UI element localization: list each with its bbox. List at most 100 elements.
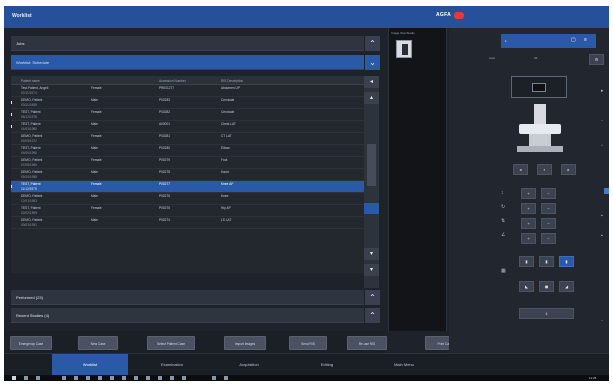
table-row[interactable]: DEMO, Patient 03/11/1985 Male P00283 Cer… — [11, 97, 364, 109]
table-row[interactable]: TEST, Patient 01/03/1980 Male A00001 Che… — [11, 121, 364, 133]
kv-up-button[interactable]: + — [521, 188, 536, 199]
angle-icon[interactable]: ∠ — [501, 232, 505, 238]
task-view-icon[interactable] — [36, 376, 40, 380]
tilt-icon[interactable]: ↕ — [501, 190, 504, 196]
patient-name: TEST, Patient — [21, 206, 41, 210]
expand-recent-chevron-icon[interactable]: ⌃ — [365, 308, 380, 323]
position-center-button[interactable]: ▪ — [537, 164, 552, 175]
settings-icon[interactable]: ⚙ — [589, 54, 604, 65]
grid-icon[interactable]: ▦ — [501, 268, 506, 274]
taskbar-app-icon[interactable] — [98, 376, 102, 380]
exposure-value-display[interactable]: 1 — [519, 308, 574, 319]
field-left-button[interactable]: ▮ — [519, 256, 534, 267]
table-row[interactable]: TEST, Patient 04/06/1990 Male P00280 Elb… — [11, 145, 364, 157]
sort-toggle-icon[interactable]: ◂ — [364, 76, 379, 88]
height-icon[interactable]: ⇅ — [501, 218, 505, 224]
taskbar-app-icon[interactable] — [134, 376, 138, 380]
reuse-ris-button[interactable]: Re-use RIS — [347, 336, 387, 350]
worklist-scrollbar[interactable]: ◂ ▴ ▾ ▾ — [364, 76, 379, 288]
ma-down-button[interactable]: − — [541, 203, 556, 214]
scroll-end-icon[interactable]: ▾ — [364, 264, 379, 276]
selected-device-header[interactable]: 1 ▢ ≡ — [501, 34, 596, 48]
table-row[interactable]: Test-Patient, Angeli 02/11/1974 Female P… — [11, 85, 364, 97]
position-right-button[interactable]: ▸ — [561, 164, 576, 175]
table-row[interactable]: DEMO, Patient 12/01/1983 Male P00276 Kne… — [11, 193, 364, 205]
jobs-section[interactable]: Jobs — [11, 36, 364, 51]
taskbar-app-icon[interactable] — [86, 376, 90, 380]
field-center-button[interactable]: ▮ — [539, 256, 554, 267]
performed-section[interactable]: Performed (23) — [11, 290, 364, 305]
emergency-case-button[interactable]: Emergency Case — [10, 336, 52, 350]
rotate-icon[interactable]: ↻ — [501, 204, 505, 210]
exposure-down-button[interactable]: − — [541, 233, 556, 244]
taskbar-app-icon[interactable] — [122, 376, 126, 380]
ms-up-button[interactable]: + — [521, 218, 536, 229]
taskbar-app-icon[interactable] — [74, 376, 78, 380]
scroll-up-icon[interactable]: ▴ — [364, 92, 379, 104]
tab-acquisition[interactable]: Acquisition — [211, 354, 287, 376]
kv-down-button[interactable]: − — [541, 188, 556, 199]
new-case-button[interactable]: New Case — [78, 336, 118, 350]
header-ris-description[interactable]: RIS Description — [221, 79, 243, 83]
side-tool-icon-4[interactable]: ▪ — [601, 213, 603, 219]
collapse-jobs-chevron-icon[interactable]: ⌃ — [365, 36, 380, 51]
accession-number: PR001277 — [159, 86, 175, 90]
scroll-selection-marker — [364, 203, 379, 214]
header-patient-name[interactable]: Patient name — [21, 79, 40, 83]
position-left-button[interactable]: ◂ — [513, 164, 528, 175]
search-icon[interactable] — [24, 376, 28, 380]
start-icon[interactable] — [12, 376, 16, 380]
xray-tube-graphic — [517, 104, 563, 164]
gender: Male — [91, 98, 98, 102]
exposure-up-button[interactable]: + — [521, 233, 536, 244]
taskbar-app-icon[interactable] — [62, 376, 66, 380]
header-accession[interactable]: Accession Number — [159, 79, 186, 83]
send-ris-button[interactable]: Send RIS — [289, 336, 327, 350]
recent-studies-section[interactable]: Recent Studies (4) — [11, 308, 364, 323]
ms-down-button[interactable]: − — [541, 218, 556, 229]
ris-description: Knee AP — [221, 182, 234, 186]
table-row[interactable]: DEMO, Patient 03/03/1991 Male P00274 LS … — [11, 217, 364, 229]
tab-worklist[interactable]: Worklist — [52, 354, 128, 376]
filter-c-button[interactable]: ◢ — [559, 281, 574, 292]
tab-main-menu[interactable]: Main Menu — [366, 354, 442, 376]
ris-description: Foot — [221, 158, 228, 162]
birth-date: 05/12/1978 — [21, 115, 37, 119]
table-row[interactable]: DEMO, Patient 09/10/1988 Male P00278 Han… — [11, 169, 364, 181]
side-tool-icon-2[interactable]: ◦ — [601, 118, 603, 124]
table-row-selected[interactable]: TEST, Patient 11/12/1975 Female P00277 K… — [11, 181, 364, 193]
select-patient-case-button[interactable]: Select Patient Case — [147, 336, 195, 350]
taskbar-app-icon[interactable] — [182, 376, 186, 380]
ris-description: Elbow — [221, 146, 230, 150]
taskbar-app-icon[interactable] — [224, 376, 228, 380]
taskbar-app-icon[interactable] — [158, 376, 162, 380]
filter-b-button[interactable]: ◼ — [539, 281, 554, 292]
table-row[interactable]: DEMO, Patient 02/05/1972 Female P00281 C… — [11, 133, 364, 145]
accession-number: P00279 — [159, 158, 170, 162]
expand-schedule-chevron-icon[interactable]: ⌄ — [365, 55, 380, 70]
side-tool-icon-6[interactable]: ◦ — [601, 318, 603, 324]
taskbar-app-icon[interactable] — [110, 376, 114, 380]
scroll-thumb[interactable] — [367, 144, 376, 186]
taskbar-app-icon[interactable] — [212, 376, 216, 380]
table-row[interactable]: TEST, Patient 02/02/1969 Female P00275 H… — [11, 205, 364, 217]
image-thumbnail[interactable] — [396, 40, 412, 58]
birth-date: 03/11/1985 — [21, 103, 37, 107]
table-row[interactable]: TEST, Patient 05/12/1978 Female P00282 C… — [11, 109, 364, 121]
filter-a-button[interactable]: ◣ — [519, 281, 534, 292]
side-tool-icon-3[interactable]: ▫ — [601, 143, 603, 149]
table-row[interactable]: DEMO, Patient 07/08/1966 Female P00279 F… — [11, 157, 364, 169]
birth-date: 02/11/1974 — [21, 91, 37, 95]
field-right-button[interactable]: ▮ — [559, 256, 574, 267]
tab-editing[interactable]: Editing — [289, 354, 365, 376]
taskbar-app-icon[interactable] — [146, 376, 150, 380]
tab-examination[interactable]: Examination — [134, 354, 210, 376]
expand-performed-chevron-icon[interactable]: ⌃ — [365, 290, 380, 305]
import-images-button[interactable]: Import Images — [224, 336, 266, 350]
side-tool-icon-1[interactable]: ▸ — [601, 88, 604, 94]
scroll-down-icon[interactable]: ▾ — [364, 248, 379, 260]
schedule-section[interactable]: Worklist: Schedule — [11, 55, 364, 70]
taskbar-app-icon[interactable] — [170, 376, 174, 380]
ma-up-button[interactable]: + — [521, 203, 536, 214]
side-tool-icon-5[interactable]: ▪ — [601, 233, 603, 239]
